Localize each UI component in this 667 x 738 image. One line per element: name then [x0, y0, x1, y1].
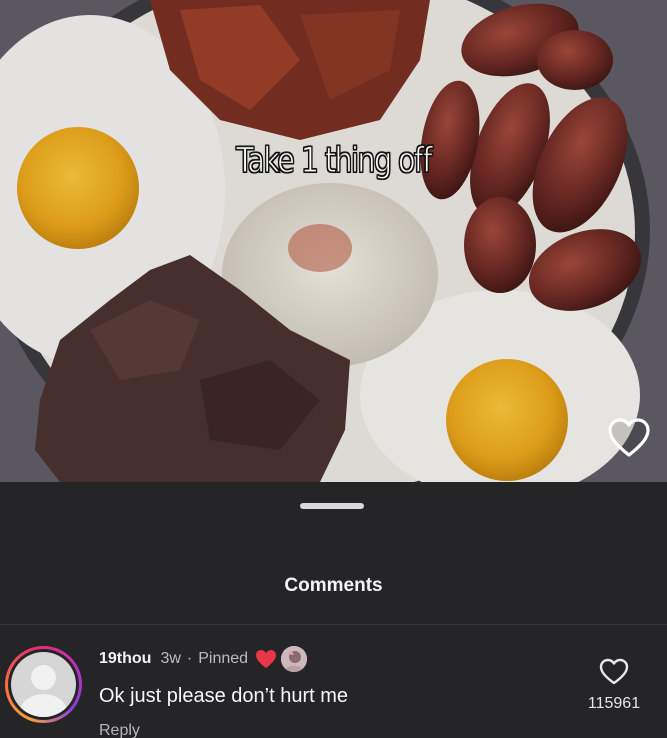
video-frame[interactable]: Take 1 thing off — [0, 0, 667, 482]
comments-sheet: Comments 19thou 3w · Pinned Ok just plea… — [0, 482, 667, 738]
reply-button[interactable]: Reply — [99, 722, 140, 738]
like-count: 115961 — [587, 695, 641, 712]
creator-liked-heart-icon — [255, 649, 277, 669]
comments-title: Comments — [284, 575, 383, 596]
comment-like: 115961 — [580, 658, 648, 713]
comment-meta: 19thou 3w · Pinned — [99, 646, 308, 672]
pinned-label: Pinned — [198, 650, 249, 667]
sheet-drag-handle[interactable] — [300, 503, 364, 509]
comment-time: 3w — [160, 650, 181, 667]
story-ring[interactable] — [5, 646, 82, 723]
breakfast-plate-image — [0, 0, 667, 482]
pinned-comment: 19thou 3w · Pinned Ok just please don’t … — [0, 625, 667, 738]
comment-username[interactable]: 19thou — [99, 650, 151, 668]
comment-text: Ok just please don’t hurt me — [99, 685, 349, 707]
heart-outline-icon — [608, 418, 650, 457]
video-caption: Take 1 thing off — [236, 140, 433, 181]
heart-outline-icon[interactable] — [599, 658, 629, 685]
creator-avatar — [281, 646, 308, 672]
meta-separator: · — [186, 650, 193, 667]
avatar[interactable] — [11, 652, 76, 717]
video-like-button[interactable] — [606, 416, 652, 460]
